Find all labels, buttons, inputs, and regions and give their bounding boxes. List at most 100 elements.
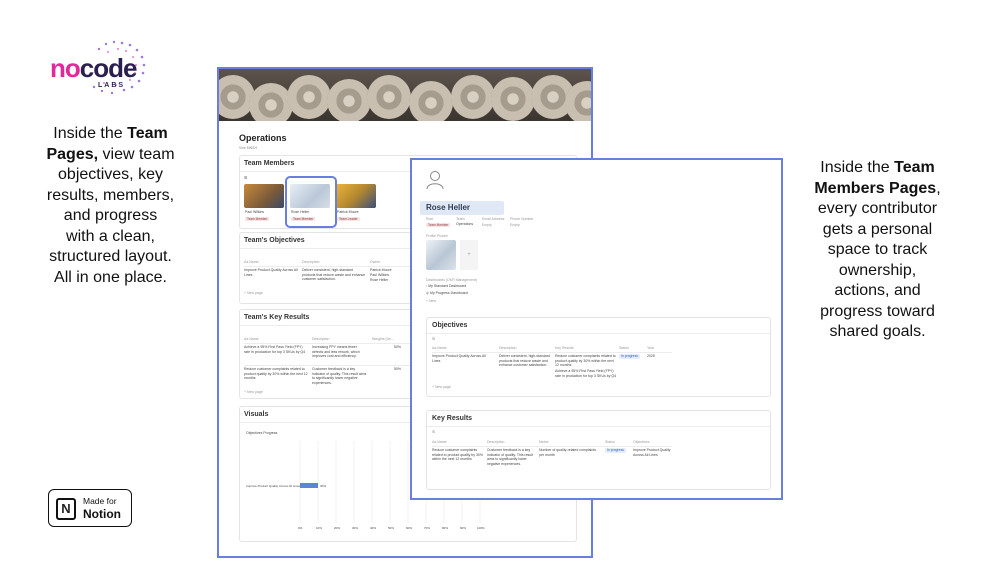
- col-header: Objectives: [633, 440, 650, 444]
- member-role-tag: Team Member: [245, 217, 270, 221]
- new-page-button[interactable]: + New page: [244, 390, 263, 394]
- status-badge[interactable]: In progress: [605, 448, 626, 453]
- key-result-desc: Customer feedback is a key indicator of …: [487, 448, 533, 466]
- dashboard-link[interactable]: ◎ My Progress Dashboard: [426, 291, 468, 296]
- objective-name[interactable]: Improve Product Quality Across All Lines: [432, 354, 494, 363]
- team-objectives-title: Team's Objectives: [244, 237, 305, 244]
- member-name[interactable]: Paul Wilkins: [245, 210, 264, 215]
- tick-label: 0%: [298, 526, 303, 530]
- left-caption: Inside the Team Pages, view team objecti…: [46, 125, 175, 286]
- col-header: Description: [499, 346, 517, 350]
- tick-label: 30%: [352, 526, 359, 530]
- right-caption: Inside the Team Members Pages, every con…: [814, 159, 941, 340]
- chart-bar-value: 30%: [320, 484, 327, 488]
- tick-label: 40%: [370, 526, 377, 530]
- col-header: Aa Name: [244, 337, 259, 341]
- page-title: Operations: [239, 133, 287, 143]
- email-value[interactable]: Empty: [482, 223, 492, 227]
- member-name[interactable]: Patrick Moore: [337, 210, 359, 215]
- key-result-link[interactable]: Reduce customer complaints related to pr…: [555, 354, 617, 368]
- new-page-button[interactable]: + New: [426, 299, 436, 303]
- col-header: Description: [487, 440, 505, 444]
- col-header: Status: [605, 440, 615, 444]
- col-header: Metric: [539, 440, 549, 444]
- prop-label: Team: [456, 217, 465, 221]
- table-view-icon[interactable]: ⊙: [432, 336, 435, 341]
- tick-label: 80%: [442, 526, 449, 530]
- member-role-tag: Team Leader: [337, 217, 360, 221]
- notion-icon: N: [56, 498, 76, 520]
- tick-label: 20%: [334, 526, 341, 530]
- col-header: Aa Name: [432, 346, 447, 350]
- col-header: Year: [647, 346, 655, 350]
- key-results-title: Key Results: [432, 415, 473, 422]
- key-result-name[interactable]: Reduce customer complaints related to pr…: [244, 367, 308, 381]
- person-icon: [426, 171, 444, 190]
- objectives-title: Objectives: [432, 322, 468, 329]
- phone-value[interactable]: Empty: [510, 223, 520, 227]
- col-header: Status: [619, 346, 629, 350]
- objective-desc: Deliver consistent, high-standard produc…: [302, 268, 366, 282]
- visuals-title: Visuals: [244, 411, 269, 418]
- table-view-icon[interactable]: ⊙: [432, 429, 435, 434]
- key-result-name[interactable]: Achieve a 95% First Pass Yield (FPY) rat…: [244, 345, 308, 354]
- cover-image: [219, 69, 591, 121]
- objective-name[interactable]: Improve Product Quality Across All Lines: [244, 268, 299, 277]
- gallery-view-icon[interactable]: ⊞: [244, 175, 247, 180]
- key-result-desc: Customer feedback is a key indicator of …: [312, 367, 367, 385]
- made-for-notion-badge: N Made for Notion: [48, 489, 132, 527]
- key-result-desc: Increasing FPY means fewer defects and l…: [312, 345, 360, 359]
- col-header: Owner: [370, 260, 381, 264]
- tick-label: 70%: [424, 526, 431, 530]
- team-link[interactable]: Operations: [456, 222, 473, 227]
- nocode-labs-logo: nocode LABS: [40, 35, 150, 103]
- add-photo-button[interactable]: +: [460, 240, 478, 270]
- member-name-title: Rose Heller: [420, 201, 504, 215]
- progress-bar[interactable]: [300, 483, 318, 488]
- member-page-window: Rose Heller Role Team Email Address Phon…: [410, 158, 783, 500]
- owner-name: Rose Heller: [370, 278, 389, 282]
- key-result-metric: Number of quality-related complaints per…: [539, 448, 596, 457]
- dashboard-link[interactable]: ▫ My Standard Dashboard: [426, 284, 466, 289]
- col-header: Aa Name: [244, 260, 259, 264]
- member-objectives-section: Objectives ⊙ Aa Name Description Key Res…: [426, 317, 771, 397]
- logo-wordmark: nocode: [50, 53, 137, 83]
- chart-bar-label: Improve Product Quality Across All Lines: [246, 484, 301, 488]
- new-page-button[interactable]: + New page: [432, 385, 451, 389]
- year-value: 2025: [647, 354, 655, 358]
- tick-label: 100%: [477, 526, 485, 530]
- col-header: Weights (for...: [372, 337, 394, 341]
- objective-desc: Deliver consistent, high-standard produc…: [499, 354, 550, 368]
- team-members-title: Team Members: [244, 160, 295, 167]
- new-page-button[interactable]: + New page: [244, 291, 263, 295]
- badge-line1: Made for: [83, 496, 117, 506]
- key-result-link[interactable]: Achieve a 95% First Pass Yield (FPY) rat…: [555, 369, 617, 378]
- prop-label: Email Address: [482, 217, 505, 221]
- profile-picture-label: Profile Picture: [426, 234, 448, 238]
- page-subtitle: Vice MNSH: [239, 146, 258, 150]
- tick-label: 60%: [406, 526, 413, 530]
- col-header: Aa Name: [432, 440, 447, 444]
- badge-line2: Notion: [83, 507, 121, 521]
- col-header: Description: [302, 260, 320, 264]
- selected-member-highlight: [285, 176, 337, 228]
- chart-label: Objectives Progress: [246, 431, 278, 435]
- owner-name: Patrick Moore: [370, 268, 392, 272]
- member-photo[interactable]: [336, 184, 376, 208]
- prop-label: Role: [426, 217, 434, 221]
- key-result-weight: 50%: [394, 367, 402, 371]
- role-tag[interactable]: Team Member: [426, 223, 451, 227]
- team-key-results-title: Team's Key Results: [244, 314, 310, 321]
- key-result-weight: 50%: [394, 345, 402, 349]
- col-header: Key Results: [555, 346, 574, 350]
- objective-link[interactable]: Improve Product Quality Across All Lines: [633, 448, 673, 457]
- member-photo[interactable]: [244, 184, 284, 208]
- profile-photo[interactable]: [426, 240, 456, 270]
- status-badge[interactable]: In progress: [619, 354, 640, 359]
- owner-name: Paul Wilkins: [370, 273, 390, 277]
- prop-label: Phone Number: [510, 217, 534, 221]
- tick-label: 50%: [388, 526, 395, 530]
- key-result-name[interactable]: Reduce customer complaints related to pr…: [432, 448, 484, 462]
- col-header: Description: [312, 337, 330, 341]
- member-key-results-section: Key Results ⊙ Aa Name Description Metric…: [426, 410, 771, 490]
